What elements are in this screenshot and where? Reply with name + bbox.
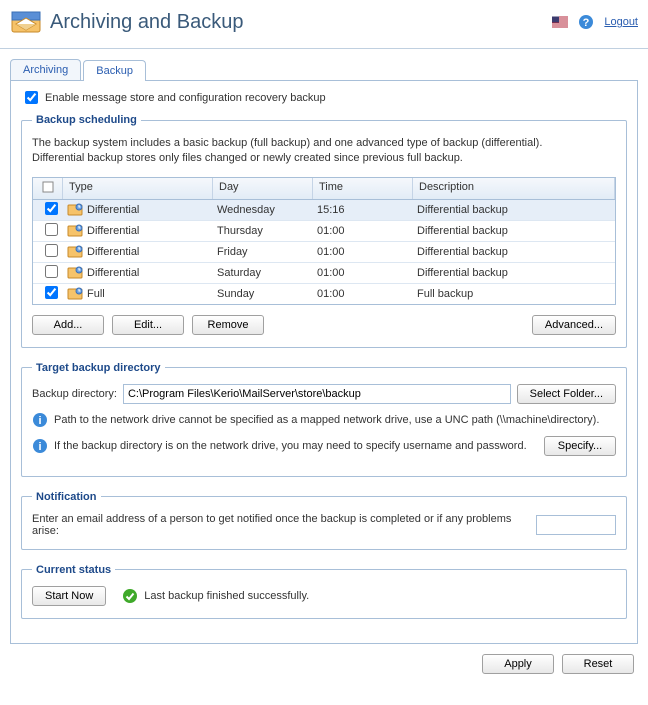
reset-button[interactable]: Reset xyxy=(562,654,634,674)
enable-backup-label: Enable message store and configuration r… xyxy=(45,92,326,104)
status-fieldset: Current status Start Now Last backup fin… xyxy=(21,564,627,619)
row-day: Sunday xyxy=(213,288,313,300)
row-day: Friday xyxy=(213,246,313,258)
row-time: 01:00 xyxy=(313,246,413,258)
row-day: Saturday xyxy=(213,267,313,279)
row-checkbox[interactable] xyxy=(45,244,58,257)
info-specify-text: If the backup directory is on the networ… xyxy=(54,440,538,452)
col-header-day[interactable]: Day xyxy=(213,178,313,199)
row-description: Full backup xyxy=(413,288,615,300)
table-row[interactable]: DifferentialWednesday15:16Differential b… xyxy=(33,200,615,221)
status-legend: Current status xyxy=(32,564,115,576)
scheduling-desc-line2: Differential backup stores only files ch… xyxy=(32,151,616,166)
checkbox-column-icon xyxy=(42,181,54,193)
enable-backup-row: Enable message store and configuration r… xyxy=(25,91,627,104)
page-title: Archiving and Backup xyxy=(50,11,552,34)
grid-header: Type Day Time Description xyxy=(33,178,615,200)
language-flag-icon[interactable] xyxy=(552,14,568,30)
archive-icon xyxy=(10,6,42,38)
row-type: Differential xyxy=(63,223,213,239)
tab-panel-backup: Enable message store and configuration r… xyxy=(10,81,638,644)
schedule-grid: Type Day Time Description DifferentialWe… xyxy=(32,177,616,305)
col-header-checkbox[interactable] xyxy=(33,178,63,199)
svg-text:i: i xyxy=(38,441,41,453)
table-row[interactable]: DifferentialFriday01:00Differential back… xyxy=(33,242,615,263)
tab-strip: Archiving Backup xyxy=(10,59,638,81)
edit-button[interactable]: Edit... xyxy=(112,315,184,335)
row-time: 15:16 xyxy=(313,204,413,216)
add-button[interactable]: Add... xyxy=(32,315,104,335)
row-time: 01:00 xyxy=(313,288,413,300)
status-row: Start Now Last backup finished successfu… xyxy=(32,586,616,606)
row-time: 01:00 xyxy=(313,225,413,237)
apply-button[interactable]: Apply xyxy=(482,654,554,674)
row-checkbox[interactable] xyxy=(45,286,58,299)
success-icon xyxy=(122,588,138,604)
info-unc-text: Path to the network drive cannot be spec… xyxy=(54,414,599,426)
col-header-description[interactable]: Description xyxy=(413,178,615,199)
notification-label: Enter an email address of a person to ge… xyxy=(32,513,528,537)
help-icon[interactable]: ? xyxy=(578,14,594,30)
row-type: Full xyxy=(63,286,213,302)
row-type: Differential xyxy=(63,265,213,281)
advanced-button[interactable]: Advanced... xyxy=(532,315,616,335)
row-day: Wednesday xyxy=(213,204,313,216)
select-folder-button[interactable]: Select Folder... xyxy=(517,384,616,404)
row-time: 01:00 xyxy=(313,267,413,279)
backup-type-icon xyxy=(67,265,83,281)
row-description: Differential backup xyxy=(413,246,615,258)
table-row[interactable]: DifferentialSaturday01:00Differential ba… xyxy=(33,263,615,284)
row-type: Differential xyxy=(63,202,213,218)
grid-body: DifferentialWednesday15:16Differential b… xyxy=(33,200,615,304)
row-type: Differential xyxy=(63,244,213,260)
remove-button[interactable]: Remove xyxy=(192,315,264,335)
footer-buttons: Apply Reset xyxy=(0,644,648,684)
backup-directory-label: Backup directory: xyxy=(32,388,117,400)
table-row[interactable]: FullSunday01:00Full backup xyxy=(33,284,615,304)
table-row[interactable]: DifferentialThursday01:00Differential ba… xyxy=(33,221,615,242)
row-checkbox[interactable] xyxy=(45,202,58,215)
enable-backup-checkbox[interactable] xyxy=(25,91,38,104)
backup-directory-input[interactable] xyxy=(123,384,511,404)
tab-backup[interactable]: Backup xyxy=(83,60,146,81)
row-checkbox[interactable] xyxy=(45,265,58,278)
scheduling-description: The backup system includes a basic backu… xyxy=(32,136,616,167)
backup-type-icon xyxy=(67,223,83,239)
specify-button[interactable]: Specify... xyxy=(544,436,616,456)
tab-archiving[interactable]: Archiving xyxy=(10,59,81,80)
schedule-buttons: Add... Edit... Remove Advanced... xyxy=(32,315,616,335)
row-description: Differential backup xyxy=(413,204,615,216)
backup-type-icon xyxy=(67,286,83,302)
row-description: Differential backup xyxy=(413,267,615,279)
scheduling-legend: Backup scheduling xyxy=(32,114,141,126)
notification-fieldset: Notification Enter an email address of a… xyxy=(21,491,627,550)
target-fieldset: Target backup directory Backup directory… xyxy=(21,362,627,477)
info-icon: i xyxy=(32,438,48,454)
info-unc-row: i Path to the network drive cannot be sp… xyxy=(32,412,616,428)
notification-email-input[interactable] xyxy=(536,515,616,535)
row-day: Thursday xyxy=(213,225,313,237)
row-description: Differential backup xyxy=(413,225,615,237)
svg-text:?: ? xyxy=(583,17,590,29)
scheduling-desc-line1: The backup system includes a basic backu… xyxy=(32,136,616,151)
svg-text:i: i xyxy=(38,415,41,427)
info-icon: i xyxy=(32,412,48,428)
backup-type-icon xyxy=(67,244,83,260)
backup-type-icon xyxy=(67,202,83,218)
page-header: Archiving and Backup ? Logout xyxy=(0,0,648,49)
scheduling-fieldset: Backup scheduling The backup system incl… xyxy=(21,114,627,348)
start-now-button[interactable]: Start Now xyxy=(32,586,106,606)
notification-legend: Notification xyxy=(32,491,101,503)
backup-directory-row: Backup directory: Select Folder... xyxy=(32,384,616,404)
logout-link[interactable]: Logout xyxy=(604,16,638,28)
col-header-type[interactable]: Type xyxy=(63,178,213,199)
row-checkbox[interactable] xyxy=(45,223,58,236)
col-header-time[interactable]: Time xyxy=(313,178,413,199)
target-legend: Target backup directory xyxy=(32,362,165,374)
status-text: Last backup finished successfully. xyxy=(144,590,309,602)
info-specify-row: i If the backup directory is on the netw… xyxy=(32,436,616,456)
notification-row: Enter an email address of a person to ge… xyxy=(32,513,616,537)
